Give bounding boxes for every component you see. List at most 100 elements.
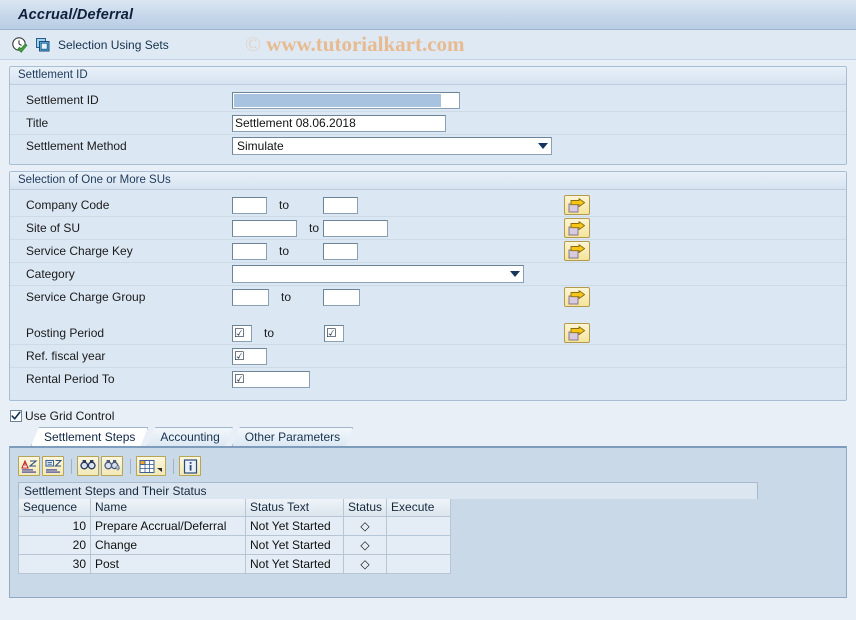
service-charge-group-to-input[interactable] <box>323 288 360 306</box>
cell-status-text[interactable]: Not Yet Started <box>245 553 344 574</box>
service-charge-key-multiple-selection-button[interactable] <box>564 241 590 261</box>
sort-descending-icon[interactable] <box>42 456 64 476</box>
column-header-name[interactable]: Name <box>90 499 246 517</box>
grid-header-row: Sequence Name Status Text Status Execute <box>18 499 452 517</box>
title-label: Title <box>26 116 49 130</box>
site-of-su-to-input[interactable] <box>323 219 388 237</box>
tab-other-parameters[interactable]: Other Parameters <box>232 427 353 446</box>
cell-name[interactable]: Prepare Accrual/Deferral <box>90 515 246 536</box>
company-code-multiple-selection-button[interactable] <box>564 195 590 215</box>
column-header-sequence[interactable]: Sequence <box>18 499 91 517</box>
chevron-down-icon[interactable] <box>535 143 551 149</box>
cell-status[interactable]: ◇ <box>342 534 388 555</box>
rental-period-to-field[interactable]: ☑ <box>232 370 310 388</box>
service-charge-key-from-input[interactable] <box>232 242 267 260</box>
settlement-steps-grid: Settlement Steps and Their Status Sequen… <box>18 482 758 574</box>
form-row-service-charge-key: Service Charge Key to <box>10 240 846 263</box>
category-label: Category <box>26 267 75 281</box>
category-dropdown[interactable] <box>232 265 524 283</box>
table-row[interactable]: 20 Change Not Yet Started ◇ <box>18 534 452 555</box>
to-label-company-code: to <box>279 198 290 212</box>
form-row-ref-fiscal-year: Ref. fiscal year ☑ <box>10 345 846 368</box>
application-toolbar: Selection Using Sets © www.tutorialkart.… <box>0 30 856 60</box>
use-grid-control-checkbox[interactable] <box>10 410 22 422</box>
clock-check-icon[interactable] <box>10 36 28 54</box>
column-header-status[interactable]: Status <box>342 499 388 517</box>
tab-accounting[interactable]: Accounting <box>147 427 232 446</box>
cell-name[interactable]: Post <box>90 553 246 574</box>
cell-sequence[interactable]: 20 <box>18 534 91 555</box>
settlement-id-group: Settlement ID Settlement ID Title Settle… <box>9 66 847 165</box>
company-code-to-input[interactable] <box>323 196 358 214</box>
ref-fiscal-year-label: Ref. fiscal year <box>26 349 106 363</box>
use-grid-control-label: Use Grid Control <box>25 409 115 423</box>
form-row-rental-period-to: Rental Period To ☑ <box>10 368 846 390</box>
site-of-su-multiple-selection-button[interactable] <box>564 218 590 238</box>
cell-status-text[interactable]: Not Yet Started <box>245 534 344 555</box>
info-icon[interactable] <box>179 456 201 476</box>
settlement-id-input[interactable] <box>232 91 460 109</box>
watermark-text: www.tutorialkart.com <box>266 32 465 56</box>
toolbar-separator <box>130 458 131 474</box>
cell-execute[interactable] <box>386 553 452 574</box>
service-charge-key-to-input[interactable] <box>323 242 358 260</box>
cell-status[interactable]: ◇ <box>342 515 388 536</box>
settlement-steps-panel: Settlement Steps and Their Status Sequen… <box>9 446 847 598</box>
ref-fiscal-year-field[interactable]: ☑ <box>232 347 267 365</box>
to-label-posting-period: to <box>264 326 275 340</box>
sort-ascending-icon[interactable] <box>18 456 40 476</box>
tab-settlement-steps[interactable]: Settlement Steps <box>31 427 148 446</box>
form-row-settlement-id: Settlement ID <box>10 89 846 112</box>
cell-status[interactable]: ◇ <box>342 553 388 574</box>
form-row-title: Title <box>10 112 846 135</box>
selection-group-title: Selection of One or More SUs <box>10 172 846 190</box>
to-label-service-charge-key: to <box>279 244 290 258</box>
selection-of-sus-group: Selection of One or More SUs Company Cod… <box>9 171 847 401</box>
find-icon[interactable] <box>77 456 99 476</box>
form-row-site-of-su: Site of SU to <box>10 217 846 240</box>
site-of-su-from-input[interactable] <box>232 219 297 237</box>
checked-box-glyph: ☑ <box>234 372 245 386</box>
settlement-id-label: Settlement ID <box>26 93 99 107</box>
watermark-copyright: © <box>245 32 261 56</box>
cell-name[interactable]: Change <box>90 534 246 555</box>
toolbar-separator <box>71 458 72 474</box>
table-row[interactable]: 30 Post Not Yet Started ◇ <box>18 553 452 574</box>
window-title-bar: Accrual/Deferral <box>0 0 856 30</box>
company-code-from-input[interactable] <box>232 196 267 214</box>
service-charge-key-label: Service Charge Key <box>26 244 133 258</box>
page-title: Accrual/Deferral <box>18 6 134 23</box>
table-row[interactable]: 10 Prepare Accrual/Deferral Not Yet Star… <box>18 515 452 536</box>
rental-period-to-label: Rental Period To <box>26 372 115 386</box>
find-next-icon[interactable] <box>101 456 123 476</box>
layout-settings-icon[interactable] <box>136 456 166 476</box>
checkmark-icon <box>11 411 21 420</box>
column-header-execute[interactable]: Execute <box>386 499 452 517</box>
posting-period-to-field[interactable]: ☑ <box>324 324 344 342</box>
column-header-status-text[interactable]: Status Text <box>245 499 344 517</box>
selection-using-sets-label[interactable]: Selection Using Sets <box>58 38 169 52</box>
copy-sets-icon[interactable] <box>34 36 52 54</box>
service-charge-group-multiple-selection-button[interactable] <box>564 287 590 307</box>
tab-strip: Settlement Steps Accounting Other Parame… <box>9 427 856 446</box>
to-label-site-of-su: to <box>309 221 320 235</box>
cell-execute[interactable] <box>386 515 452 536</box>
grid-caption: Settlement Steps and Their Status <box>18 482 758 499</box>
watermark: © www.tutorialkart.com <box>245 32 465 57</box>
title-input[interactable] <box>232 114 446 132</box>
cell-execute[interactable] <box>386 534 452 555</box>
cell-sequence[interactable]: 10 <box>18 515 91 536</box>
cell-sequence[interactable]: 30 <box>18 553 91 574</box>
form-row-settlement-method: Settlement Method Simulate <box>10 135 846 157</box>
posting-period-from-field[interactable]: ☑ <box>232 324 252 342</box>
chevron-down-icon[interactable] <box>507 271 523 277</box>
use-grid-control-row[interactable]: Use Grid Control <box>10 408 856 424</box>
to-label-service-charge-group: to <box>281 290 292 304</box>
settlement-id-field-wrap <box>232 91 460 109</box>
toolbar-separator <box>173 458 174 474</box>
cell-status-text[interactable]: Not Yet Started <box>245 515 344 536</box>
service-charge-group-from-input[interactable] <box>232 288 269 306</box>
settlement-method-dropdown[interactable]: Simulate <box>232 137 552 155</box>
posting-period-multiple-selection-button[interactable] <box>564 323 590 343</box>
form-row-service-charge-group: Service Charge Group to <box>10 286 846 308</box>
